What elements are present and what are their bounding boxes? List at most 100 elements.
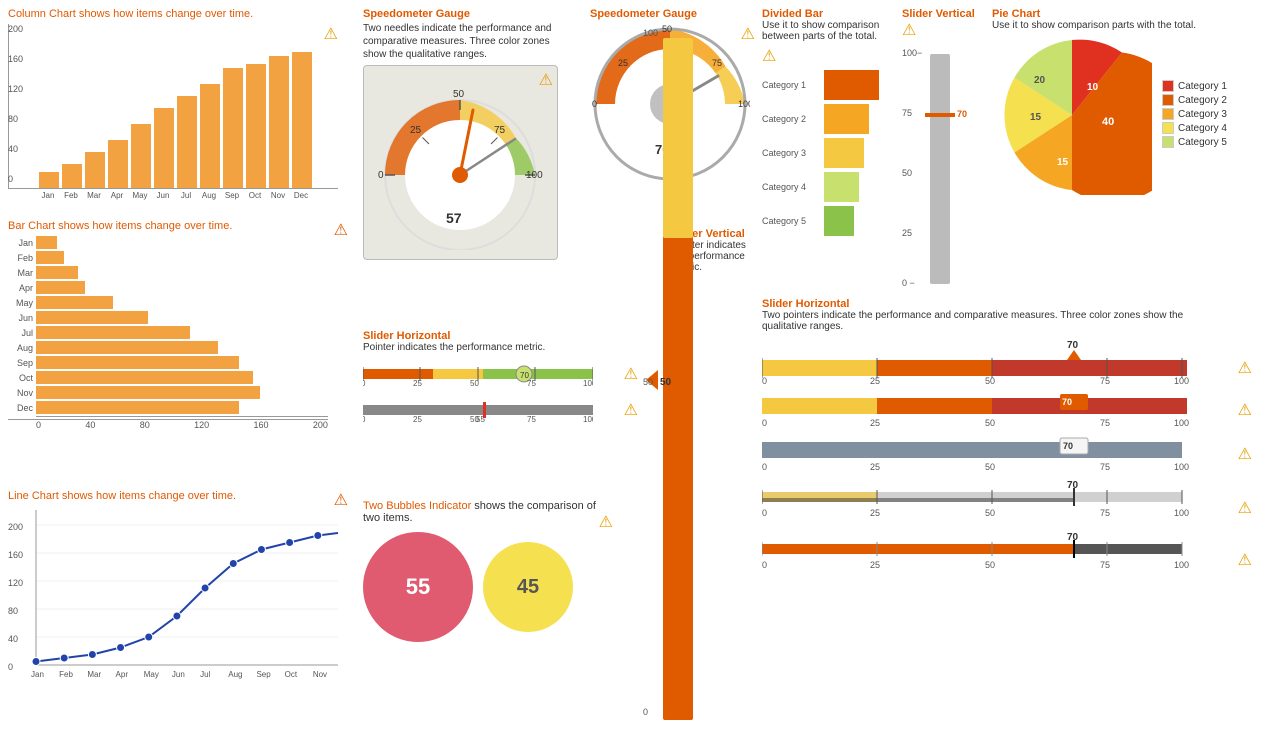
slider-h-warn2: ⚠ [624, 400, 638, 420]
svg-text:100: 100 [643, 28, 658, 38]
slider-h-right-track5: ⚠ 70 0 25 50 75 100 [762, 530, 1252, 580]
col-x-label-6: Jul [176, 191, 196, 200]
svg-text:100−: 100− [902, 48, 922, 58]
legend-item-4: Category 4 [1162, 122, 1227, 134]
svg-text:40: 40 [8, 634, 18, 644]
slider-v-right-title: Slider Vertical [902, 8, 987, 20]
svg-text:0: 0 [762, 560, 767, 570]
svg-text:70: 70 [1067, 532, 1079, 543]
col-x-label-0: Jan [38, 191, 58, 200]
divided-bar-label-4: Category 4 [762, 172, 822, 202]
column-bars [8, 24, 338, 189]
slider-h-right-section: Slider Horizontal Two pointers indicate … [762, 298, 1252, 580]
pie-legend: Category 1 Category 2 Category 3 Categor… [1162, 80, 1227, 150]
svg-text:0: 0 [363, 415, 366, 423]
svg-text:0: 0 [762, 462, 767, 472]
svg-text:25: 25 [870, 462, 880, 472]
pie-section: Pie Chart Use it to show comparison part… [992, 8, 1262, 195]
bubbles-title-highlight: Two Bubbles Indicator [363, 500, 471, 512]
divided-bar-label-2: Category 2 [762, 104, 822, 134]
pie-title: Pie Chart [992, 8, 1262, 20]
svg-text:100: 100 [526, 170, 543, 181]
divided-bar-chart: Category 1 Category 2 Category 3 Categor… [762, 70, 902, 236]
divided-bar-fill-3 [824, 138, 864, 168]
legend-label-3: Category 3 [1178, 109, 1227, 120]
svg-text:50: 50 [660, 377, 672, 388]
bar-rows: JanFebMarAprMayJunJulAugSepOctNovDec [8, 236, 328, 414]
slider-h-right-svg4: 70 0 25 50 75 100 [762, 478, 1212, 526]
slider-h-right-desc: Two pointers indicate the performance an… [762, 310, 1192, 332]
svg-text:25: 25 [870, 560, 880, 570]
svg-text:50: 50 [985, 560, 995, 570]
column-chart-section: Column Chart shows how items change over… [8, 8, 348, 214]
svg-text:70: 70 [1067, 480, 1079, 491]
divided-bar-label-3: Category 3 [762, 138, 822, 168]
line-chart-warning: ⚠ [334, 490, 348, 510]
svg-text:70: 70 [1062, 397, 1072, 407]
column-chart-title-highlight: Column Chart [8, 8, 76, 20]
svg-text:75: 75 [1100, 462, 1110, 472]
slider-v-right-section: Slider Vertical ⚠ 100− 75 50 25 0 − 70 [902, 8, 987, 292]
col-x-label-4: May [130, 191, 150, 200]
svg-text:40: 40 [1102, 116, 1114, 128]
svg-text:Aug: Aug [228, 670, 242, 679]
divided-bar-label-1: Category 1 [762, 70, 822, 100]
svg-text:Jul: Jul [200, 670, 210, 679]
divided-bar-labels: Category 1 Category 2 Category 3 Categor… [762, 70, 822, 236]
svg-text:50: 50 [902, 168, 912, 178]
column-chart-area: JanFebMarAprMayJunJulAugSepOctNovDec ⚠ 0… [8, 24, 338, 214]
svg-text:0: 0 [363, 379, 366, 387]
bar-row-2: Mar [8, 266, 328, 279]
pie-container: 10 40 15 15 20 Category 1 Category 2 Cat… [992, 35, 1262, 195]
bar-row-5: Jun [8, 311, 328, 324]
bar-chart-area: JanFebMarAprMayJunJulAugSepOctNovDec 040… [8, 236, 328, 430]
divided-bar-fill-5 [824, 206, 854, 236]
column-chart-warning: ⚠ [324, 24, 338, 44]
svg-text:160: 160 [8, 550, 23, 560]
slider-h-track2: ⚠ 55 0 25 50 75 100 [363, 395, 618, 425]
col-bar-0 [39, 172, 59, 188]
svg-text:Mar: Mar [87, 670, 101, 679]
bar-row-11: Dec [8, 401, 328, 414]
svg-text:50: 50 [643, 377, 653, 387]
svg-text:70: 70 [1067, 340, 1079, 351]
bar-chart-title-rest: shows how items change over time. [55, 220, 232, 232]
bar-row-1: Feb [8, 251, 328, 264]
svg-text:Nov: Nov [313, 670, 327, 679]
gauge1-title: Speedometer Gauge [363, 8, 573, 20]
svg-text:100: 100 [1174, 418, 1189, 428]
bubble1-value: 55 [406, 574, 430, 600]
svg-text:20: 20 [1034, 75, 1046, 86]
svg-text:Oct: Oct [285, 670, 298, 679]
col-bar-4 [131, 124, 151, 188]
svg-text:75: 75 [1100, 376, 1110, 386]
pie-svg: 10 40 15 15 20 [992, 35, 1152, 195]
bubble2-value: 45 [517, 576, 539, 599]
divided-bar-fill-2 [824, 104, 869, 134]
slider-v-center-visual: 100 50 0 50 [638, 20, 718, 720]
gauge1-section: Speedometer Gauge Two needles indicate t… [363, 8, 573, 260]
col-bar-1 [62, 164, 82, 188]
svg-text:100: 100 [1174, 462, 1189, 472]
col-bar-10 [269, 56, 289, 188]
svg-text:0: 0 [592, 99, 597, 109]
svg-text:120: 120 [8, 578, 23, 588]
col-bar-11 [292, 52, 312, 188]
svg-text:50: 50 [985, 376, 995, 386]
legend-item-3: Category 3 [1162, 108, 1227, 120]
legend-label-5: Category 5 [1178, 137, 1227, 148]
col-bar-5 [154, 108, 174, 188]
slider-h-right-track4: ⚠ 70 0 25 50 75 100 [762, 478, 1252, 528]
legend-label-4: Category 4 [1178, 123, 1227, 134]
svg-text:75: 75 [1100, 418, 1110, 428]
col-bar-3 [108, 140, 128, 188]
slider-h-right-warn2: ⚠ [1238, 400, 1252, 420]
bar-x-axis: 04080120160200 [8, 419, 328, 430]
gauge1-svg: 0 50 100 25 75 57 [368, 75, 553, 250]
legend-item-1: Category 1 [1162, 80, 1227, 92]
slider-v-right-svg: 100− 75 50 25 0 − 70 [902, 44, 992, 289]
divided-bar-section: Divided Bar Use it to show comparison be… [762, 8, 902, 236]
gauge1-desc: Two needles indicate the performance and… [363, 22, 573, 61]
bubbles-title: Two Bubbles Indicator shows the comparis… [363, 500, 613, 524]
slider-v-svg: 100 50 0 50 [638, 20, 718, 720]
